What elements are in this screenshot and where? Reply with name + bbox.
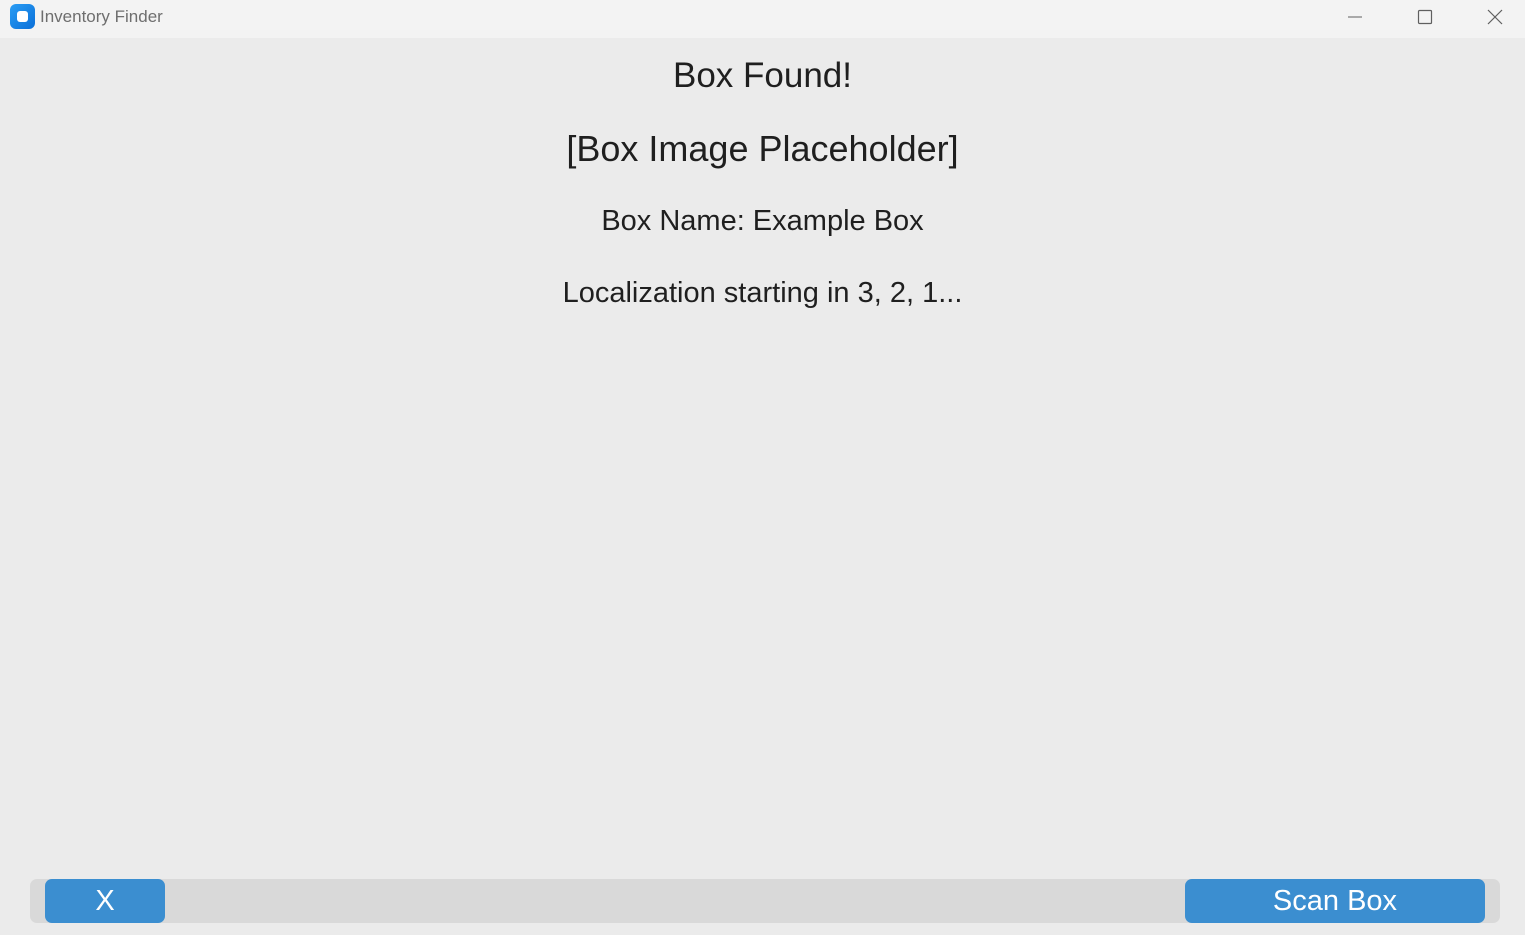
minimize-button[interactable] xyxy=(1320,0,1390,34)
bottom-action-bar: X Scan Box xyxy=(30,879,1500,923)
app-window: Inventory Finder Box Found! [Box Image P… xyxy=(0,0,1525,935)
title-bar: Inventory Finder xyxy=(0,0,1525,38)
status-heading: Box Found! xyxy=(673,56,852,95)
box-image-placeholder: [Box Image Placeholder] xyxy=(566,128,959,169)
countdown-label: Localization starting in 3, 2, 1... xyxy=(562,277,963,309)
close-button[interactable]: X xyxy=(45,879,165,923)
close-window-button[interactable] xyxy=(1460,0,1525,34)
app-icon xyxy=(10,4,35,29)
window-title: Inventory Finder xyxy=(40,7,163,26)
minimize-icon xyxy=(1348,16,1362,18)
maximize-icon xyxy=(1417,9,1433,25)
scan-box-button[interactable]: Scan Box xyxy=(1185,879,1485,923)
close-icon xyxy=(1487,9,1503,25)
box-name-label: Box Name: Example Box xyxy=(601,205,924,237)
maximize-button[interactable] xyxy=(1390,0,1460,34)
